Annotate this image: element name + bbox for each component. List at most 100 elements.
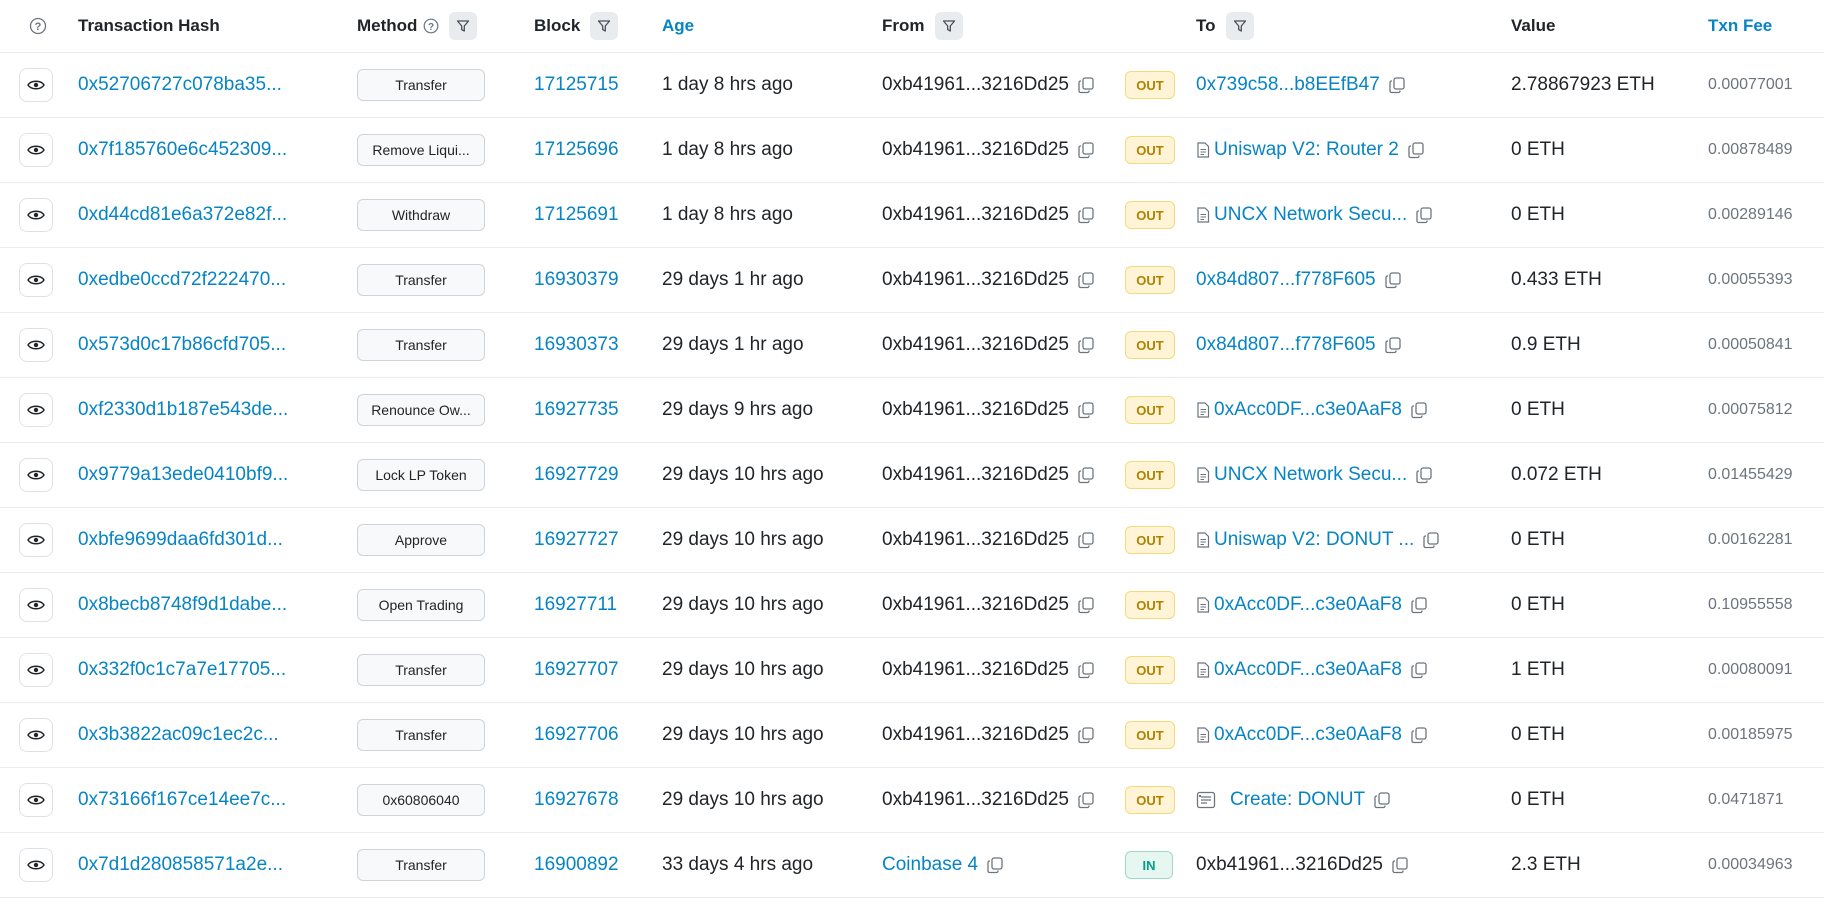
txn-hash-link[interactable]: 0x52706727c078ba35... [78, 53, 282, 117]
block-link[interactable]: 16927711 [534, 573, 617, 637]
txn-hash-link[interactable]: 0x8becb8748f9d1dabe... [78, 573, 287, 637]
block-link[interactable]: 16930379 [534, 248, 619, 312]
from-filter-button[interactable] [934, 12, 963, 40]
copy-icon[interactable] [1077, 336, 1095, 354]
to-address-text[interactable]: Uniswap V2: DONUT ... [1214, 529, 1414, 551]
block-link[interactable]: 16927727 [534, 508, 619, 572]
view-details-button[interactable] [19, 263, 53, 297]
from-address-text[interactable]: 0xb41961...3216Dd25 [882, 139, 1069, 161]
view-details-button[interactable] [19, 653, 53, 687]
copy-icon[interactable] [1410, 661, 1428, 679]
copy-icon[interactable] [1384, 271, 1402, 289]
txn-hash-link[interactable]: 0x73166f167ce14ee7c... [78, 768, 286, 832]
help-icon[interactable]: ? [29, 0, 47, 52]
block-link[interactable]: 16900892 [534, 833, 619, 897]
view-details-button[interactable] [19, 68, 53, 102]
block-link[interactable]: 17125696 [534, 118, 619, 182]
copy-icon[interactable] [1415, 206, 1433, 224]
view-details-button[interactable] [19, 718, 53, 752]
view-details-button[interactable] [19, 198, 53, 232]
copy-icon[interactable] [1407, 141, 1425, 159]
block-link[interactable]: 16927707 [534, 638, 619, 702]
copy-icon[interactable] [1373, 791, 1391, 809]
copy-icon[interactable] [1077, 76, 1095, 94]
from-address-text[interactable]: 0xb41961...3216Dd25 [882, 334, 1069, 356]
to-address-text[interactable]: Create: DONUT [1230, 789, 1365, 811]
copy-icon[interactable] [1077, 596, 1095, 614]
copy-icon[interactable] [1077, 726, 1095, 744]
copy-icon[interactable] [1410, 596, 1428, 614]
to-address-text[interactable]: Uniswap V2: Router 2 [1214, 139, 1399, 161]
from-address-text[interactable]: 0xb41961...3216Dd25 [882, 659, 1069, 681]
to-address-text[interactable]: 0x84d807...f778F605 [1196, 269, 1376, 291]
to-address-text[interactable]: UNCX Network Secu... [1214, 204, 1407, 226]
from-address-text[interactable]: Coinbase 4 [882, 854, 978, 876]
copy-icon[interactable] [1077, 141, 1095, 159]
copy-icon[interactable] [1077, 206, 1095, 224]
block-link[interactable]: 17125691 [534, 183, 619, 247]
to-address-text[interactable]: 0xAcc0DF...c3e0AaF8 [1214, 399, 1402, 421]
copy-icon[interactable] [1410, 726, 1428, 744]
to-address-text[interactable]: 0x84d807...f778F605 [1196, 334, 1376, 356]
method-badge: Approve [357, 524, 485, 556]
txn-hash-link[interactable]: 0xf2330d1b187e543de... [78, 378, 288, 442]
view-details-button[interactable] [19, 523, 53, 557]
from-address-text[interactable]: 0xb41961...3216Dd25 [882, 724, 1069, 746]
from-address-text[interactable]: 0xb41961...3216Dd25 [882, 74, 1069, 96]
txn-hash-link[interactable]: 0xd44cd81e6a372e82f... [78, 183, 287, 247]
header-age-toggle[interactable]: Age [662, 0, 694, 52]
to-address-text[interactable]: 0xAcc0DF...c3e0AaF8 [1214, 659, 1402, 681]
to-filter-button[interactable] [1225, 12, 1254, 40]
block-link[interactable]: 17125715 [534, 53, 619, 117]
copy-icon[interactable] [1415, 466, 1433, 484]
copy-icon[interactable] [1077, 791, 1095, 809]
txn-hash-link[interactable]: 0x7d1d280858571a2e... [78, 833, 283, 897]
copy-icon[interactable] [1388, 76, 1406, 94]
copy-icon[interactable] [1077, 531, 1095, 549]
view-details-button[interactable] [19, 458, 53, 492]
copy-icon[interactable] [1391, 856, 1409, 874]
block-link[interactable]: 16927678 [534, 768, 619, 832]
block-filter-button[interactable] [590, 12, 619, 40]
copy-icon[interactable] [986, 856, 1004, 874]
copy-icon[interactable] [1422, 531, 1440, 549]
from-address-text[interactable]: 0xb41961...3216Dd25 [882, 594, 1069, 616]
block-link[interactable]: 16927706 [534, 703, 619, 767]
to-address-text[interactable]: 0x739c58...b8EEfB47 [1196, 74, 1380, 96]
view-details-button[interactable] [19, 393, 53, 427]
copy-icon[interactable] [1077, 401, 1095, 419]
from-address-text[interactable]: 0xb41961...3216Dd25 [882, 464, 1069, 486]
to-address-text[interactable]: 0xAcc0DF...c3e0AaF8 [1214, 594, 1402, 616]
header-txn-fee-toggle[interactable]: Txn Fee [1708, 0, 1772, 52]
copy-icon[interactable] [1410, 401, 1428, 419]
view-details-button[interactable] [19, 133, 53, 167]
from-address-text[interactable]: 0xb41961...3216Dd25 [882, 399, 1069, 421]
txn-hash-link[interactable]: 0x332f0c1c7a7e17705... [78, 638, 286, 702]
copy-icon[interactable] [1077, 661, 1095, 679]
block-link[interactable]: 16927729 [534, 443, 619, 507]
copy-icon[interactable] [1077, 271, 1095, 289]
txn-hash-link[interactable]: 0x573d0c17b86cfd705... [78, 313, 286, 377]
view-details-button[interactable] [19, 783, 53, 817]
txn-hash-link[interactable]: 0x3b3822ac09c1ec2c... [78, 703, 279, 767]
from-address-text[interactable]: 0xb41961...3216Dd25 [882, 204, 1069, 226]
view-details-button[interactable] [19, 848, 53, 882]
from-address-text[interactable]: 0xb41961...3216Dd25 [882, 529, 1069, 551]
block-link[interactable]: 16930373 [534, 313, 619, 377]
txn-hash-link[interactable]: 0x9779a13ede0410bf9... [78, 443, 288, 507]
txn-hash-link[interactable]: 0xbfe9699daa6fd301d... [78, 508, 283, 572]
method-filter-button[interactable] [449, 12, 478, 40]
block-link[interactable]: 16927735 [534, 378, 619, 442]
txn-hash-link[interactable]: 0x7f185760e6c452309... [78, 118, 287, 182]
view-details-button[interactable] [19, 588, 53, 622]
method-help-icon[interactable]: ? [423, 18, 439, 34]
copy-icon[interactable] [1384, 336, 1402, 354]
txn-hash-link[interactable]: 0xedbe0ccd72f222470... [78, 248, 286, 312]
to-address-text[interactable]: 0xb41961...3216Dd25 [1196, 854, 1383, 876]
copy-icon[interactable] [1077, 466, 1095, 484]
from-address-text[interactable]: 0xb41961...3216Dd25 [882, 789, 1069, 811]
view-details-button[interactable] [19, 328, 53, 362]
from-address-text[interactable]: 0xb41961...3216Dd25 [882, 269, 1069, 291]
to-address-text[interactable]: 0xAcc0DF...c3e0AaF8 [1214, 724, 1402, 746]
to-address-text[interactable]: UNCX Network Secu... [1214, 464, 1407, 486]
